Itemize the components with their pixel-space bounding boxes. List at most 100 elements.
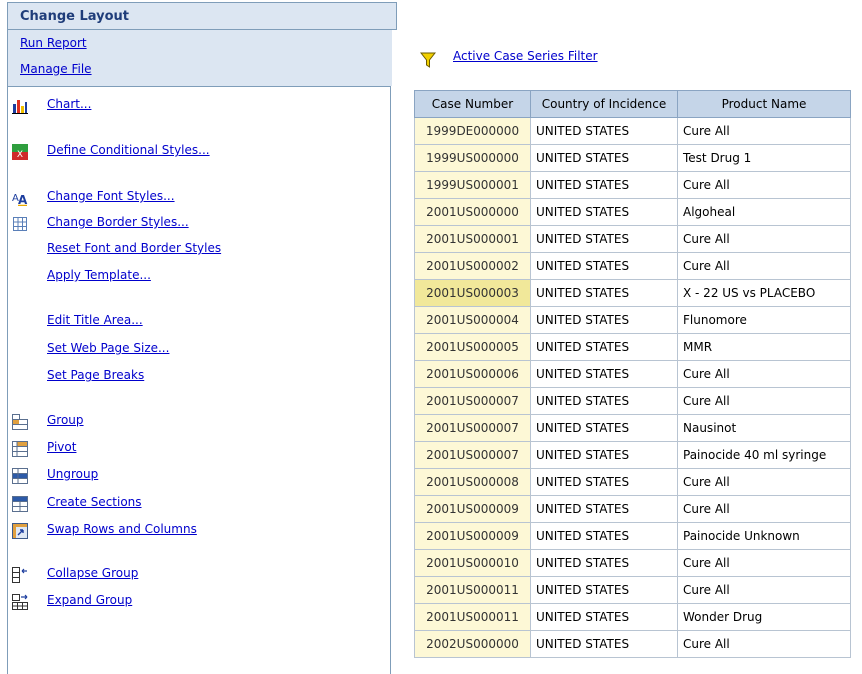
table-row: 2001US000001 UNITED STATES Cure All bbox=[414, 225, 851, 253]
product-name-cell: X - 22 US vs PLACEBO bbox=[677, 279, 851, 307]
case-number-cell[interactable]: 2001US000001 bbox=[414, 225, 531, 253]
menu-item-label[interactable]: Set Page Breaks bbox=[47, 368, 144, 382]
menu-item-label[interactable]: Expand Group bbox=[47, 593, 132, 607]
case-report-table: Case Number Country of Incidence Product… bbox=[414, 90, 851, 658]
filter-funnel-icon bbox=[420, 52, 436, 68]
country-cell: UNITED STATES bbox=[530, 495, 678, 523]
country-cell: UNITED STATES bbox=[530, 414, 678, 442]
menu-item-label[interactable]: Pivot bbox=[47, 440, 76, 454]
country-cell: UNITED STATES bbox=[530, 441, 678, 469]
country-cell: UNITED STATES bbox=[530, 279, 678, 307]
collapse-icon bbox=[12, 567, 27, 583]
column-header-country-of-incidence[interactable]: Country of Incidence bbox=[530, 90, 678, 118]
product-name-cell: Painocide 40 ml syringe bbox=[677, 441, 851, 469]
menu-item-label[interactable]: Define Conditional Styles... bbox=[47, 143, 210, 157]
product-name-cell: Cure All bbox=[677, 387, 851, 415]
case-number-cell[interactable]: 2001US000004 bbox=[414, 306, 531, 334]
svg-text:X: X bbox=[17, 150, 23, 160]
manage-file-link[interactable]: Manage File bbox=[20, 62, 92, 76]
table-row: 1999US000000 UNITED STATES Test Drug 1 bbox=[414, 144, 851, 172]
case-number-cell[interactable]: 2001US000009 bbox=[414, 522, 531, 550]
product-name-cell: Cure All bbox=[677, 225, 851, 253]
case-number-cell[interactable]: 2001US000007 bbox=[414, 414, 531, 442]
case-number-cell[interactable]: 1999US000001 bbox=[414, 171, 531, 199]
case-number-cell[interactable]: 2001US000010 bbox=[414, 549, 531, 577]
column-header-case-number[interactable]: Case Number bbox=[414, 90, 531, 118]
table-row: 2001US000008 UNITED STATES Cure All bbox=[414, 468, 851, 496]
active-case-series-filter-link[interactable]: Active Case Series Filter bbox=[453, 49, 598, 63]
column-header-product-name[interactable]: Product Name bbox=[677, 90, 851, 118]
change-layout-header: Change Layout bbox=[7, 2, 397, 30]
table-row: 2001US000003 UNITED STATES X - 22 US vs PL… bbox=[414, 279, 851, 307]
menu-item-label[interactable]: Ungroup bbox=[47, 467, 98, 481]
menu-item-label[interactable]: Change Border Styles... bbox=[47, 215, 189, 229]
product-name-cell: Cure All bbox=[677, 576, 851, 604]
product-name-cell: Cure All bbox=[677, 549, 851, 577]
table-row: 2002US000000 UNITED STATES Cure All bbox=[414, 630, 851, 658]
menu-item-label[interactable]: Swap Rows and Columns bbox=[47, 522, 197, 536]
case-number-cell[interactable]: 2001US000006 bbox=[414, 360, 531, 388]
case-number-cell[interactable]: 2001US000007 bbox=[414, 441, 531, 469]
case-number-cell[interactable]: 2001US000005 bbox=[414, 333, 531, 361]
country-cell: UNITED STATES bbox=[530, 576, 678, 604]
table-row: 2001US000007 UNITED STATES Painocide 40 ml… bbox=[414, 441, 851, 469]
country-cell: UNITED STATES bbox=[530, 360, 678, 388]
table-row: 1999US000001 UNITED STATES Cure All bbox=[414, 171, 851, 199]
case-number-cell[interactable]: 2001US000003 bbox=[414, 279, 531, 307]
table-row: 2001US000009 UNITED STATES Painocide Unkno… bbox=[414, 522, 851, 550]
menu-item-label[interactable]: Reset Font and Border Styles bbox=[47, 241, 221, 255]
country-cell: UNITED STATES bbox=[530, 468, 678, 496]
table-row: 2001US000007 UNITED STATES Nausinot bbox=[414, 414, 851, 442]
table-row: 2001US000000 UNITED STATES Algoheal bbox=[414, 198, 851, 226]
table-row: 2001US000009 UNITED STATES Cure All bbox=[414, 495, 851, 523]
case-number-cell[interactable]: 2001US000011 bbox=[414, 603, 531, 631]
table-row: 2001US000011 UNITED STATES Wonder Drug bbox=[414, 603, 851, 631]
menu-item-label[interactable]: Chart... bbox=[47, 97, 91, 111]
case-number-cell[interactable]: 2001US000009 bbox=[414, 495, 531, 523]
product-name-cell: Cure All bbox=[677, 171, 851, 199]
product-name-cell: Cure All bbox=[677, 117, 851, 145]
product-name-cell: Wonder Drug bbox=[677, 603, 851, 631]
product-name-cell: Painocide Unknown bbox=[677, 522, 851, 550]
case-number-cell[interactable]: 2001US000002 bbox=[414, 252, 531, 280]
svg-text:A: A bbox=[18, 193, 28, 206]
menu-item-label[interactable]: Set Web Page Size... bbox=[47, 341, 169, 355]
country-cell: UNITED STATES bbox=[530, 306, 678, 334]
case-number-cell[interactable]: 2001US000007 bbox=[414, 387, 531, 415]
menu-item-label[interactable]: Apply Template... bbox=[47, 268, 151, 282]
case-number-cell[interactable]: 2001US000000 bbox=[414, 198, 531, 226]
product-name-cell: Nausinot bbox=[677, 414, 851, 442]
country-cell: UNITED STATES bbox=[530, 171, 678, 199]
product-name-cell: Cure All bbox=[677, 360, 851, 388]
menu-item-label[interactable]: Create Sections bbox=[47, 495, 142, 509]
change-layout-title: Change Layout bbox=[20, 9, 130, 24]
case-number-cell[interactable]: 2001US000011 bbox=[414, 576, 531, 604]
case-number-cell[interactable]: 2002US000000 bbox=[414, 630, 531, 658]
product-name-cell: Flunomore bbox=[677, 306, 851, 334]
product-name-cell: Cure All bbox=[677, 468, 851, 496]
font-styles-icon: A A bbox=[12, 193, 28, 206]
table-row: 2001US000010 UNITED STATES Cure All bbox=[414, 549, 851, 577]
menu-item-label[interactable]: Edit Title Area... bbox=[47, 313, 143, 327]
table-header-row: Case Number Country of Incidence Product… bbox=[414, 90, 851, 118]
table-row: 2001US000006 UNITED STATES Cure All bbox=[414, 360, 851, 388]
menu-item-label[interactable]: Group bbox=[47, 413, 84, 427]
group-icon bbox=[12, 414, 28, 430]
country-cell: UNITED STATES bbox=[530, 387, 678, 415]
table-row: 1999DE000000 UNITED STATES Cure All bbox=[414, 117, 851, 145]
ungroup-icon bbox=[12, 468, 28, 484]
menu-item-label[interactable]: Collapse Group bbox=[47, 566, 138, 580]
conditional-styles-icon: X bbox=[12, 144, 28, 160]
pivot-icon bbox=[12, 441, 28, 457]
case-number-cell[interactable]: 1999DE000000 bbox=[414, 117, 531, 145]
country-cell: UNITED STATES bbox=[530, 144, 678, 172]
product-name-cell: Algoheal bbox=[677, 198, 851, 226]
run-report-link[interactable]: Run Report bbox=[20, 36, 87, 50]
case-number-cell[interactable]: 2001US000008 bbox=[414, 468, 531, 496]
menu-item-label[interactable]: Change Font Styles... bbox=[47, 189, 175, 203]
country-cell: UNITED STATES bbox=[530, 522, 678, 550]
chart-icon bbox=[12, 98, 28, 114]
case-number-cell[interactable]: 1999US000000 bbox=[414, 144, 531, 172]
country-cell: UNITED STATES bbox=[530, 630, 678, 658]
country-cell: UNITED STATES bbox=[530, 252, 678, 280]
